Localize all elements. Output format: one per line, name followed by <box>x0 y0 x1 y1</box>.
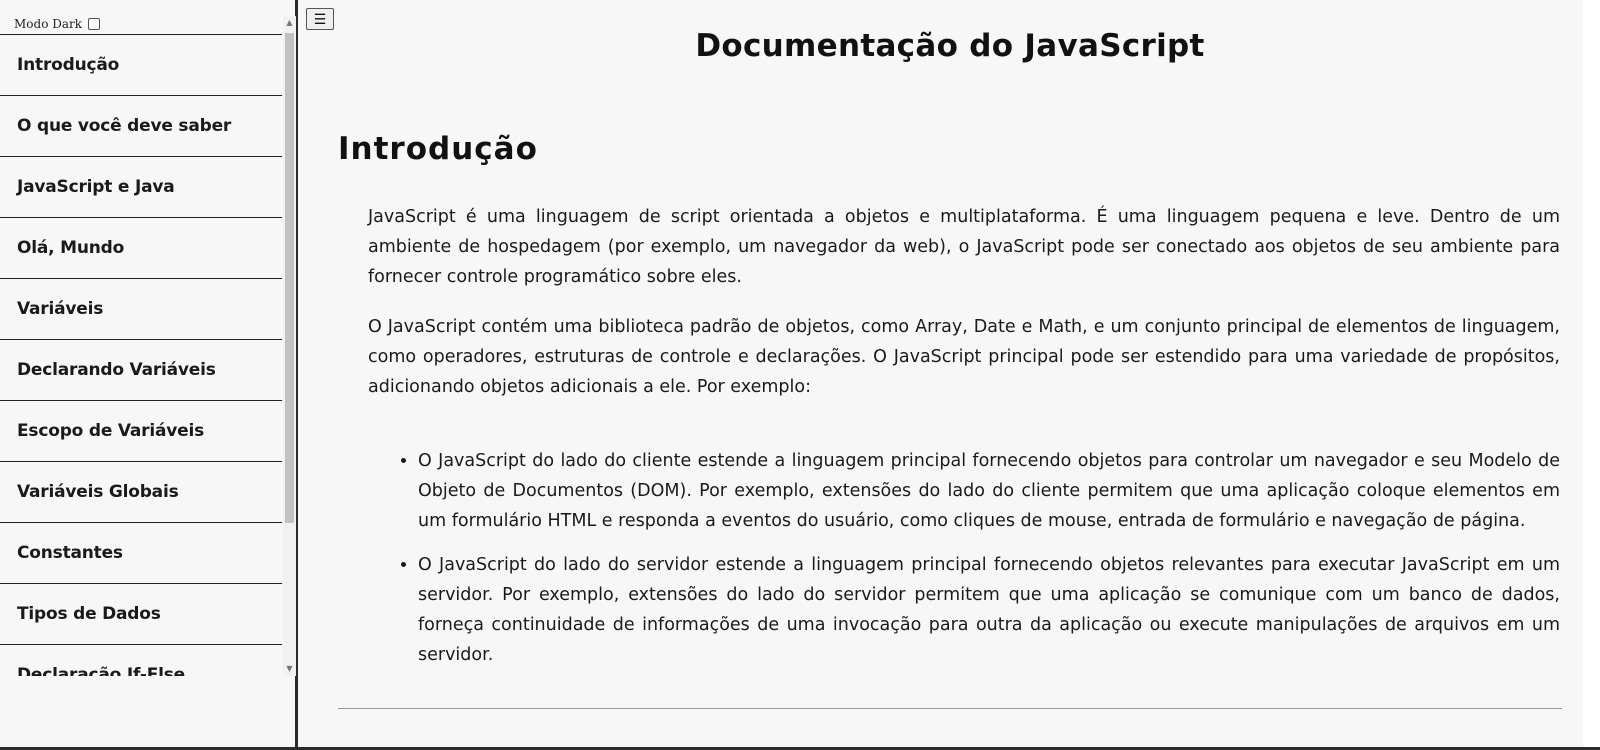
main-doc: Documentação do JavaScript Introdução Ja… <box>338 0 1562 750</box>
sidebar-item-variaveis[interactable]: Variáveis <box>0 279 282 340</box>
sidebar-item-declarando-variaveis[interactable]: Declarando Variáveis <box>0 340 282 401</box>
section-title: Introdução <box>338 131 538 167</box>
page-right-edge <box>1583 0 1600 750</box>
list-item: O JavaScript do lado do servidor estende… <box>418 550 1560 670</box>
sidebar-item-o-que-voce-deve-saber[interactable]: O que você deve saber <box>0 96 282 157</box>
sidebar-item-introducao[interactable]: Introdução <box>0 35 282 96</box>
sidebar-item-tipos-de-dados[interactable]: Tipos de Dados <box>0 584 282 645</box>
dark-mode-checkbox[interactable] <box>88 18 101 30</box>
dark-mode-label: Modo Dark <box>14 17 83 31</box>
sidebar-item-escopo-de-variaveis[interactable]: Escopo de Variáveis <box>0 401 282 462</box>
sidebar-item-constantes[interactable]: Constantes <box>0 523 282 584</box>
sidebar-item-ola-mundo[interactable]: Olá, Mundo <box>0 218 282 279</box>
section-divider <box>338 708 1562 709</box>
section-bullet-list: O JavaScript do lado do cliente estende … <box>368 446 1560 670</box>
scroll-up-arrow-icon[interactable]: ▲ <box>283 16 296 30</box>
sidebar-scrollbar[interactable]: ▲ ▼ <box>283 16 296 676</box>
sidebar-item-variaveis-globais[interactable]: Variáveis Globais <box>0 462 282 523</box>
menu-toggle-button[interactable]: ☰ <box>306 8 334 30</box>
scrollbar-thumb[interactable] <box>285 33 294 523</box>
scroll-down-arrow-icon[interactable]: ▼ <box>283 662 296 676</box>
list-item: O JavaScript do lado do cliente estende … <box>418 446 1560 536</box>
sidebar-nav-scroll[interactable]: Introdução O que você deve saber JavaScr… <box>0 34 282 676</box>
sidebar: Modo Dark Introdução O que você deve sab… <box>0 0 298 750</box>
hamburger-icon: ☰ <box>313 11 327 27</box>
section-paragraph: O JavaScript contém uma biblioteca padrã… <box>368 317 1560 397</box>
sidebar-item-javascript-e-java[interactable]: JavaScript e Java <box>0 157 282 218</box>
section-paragraph: JavaScript é uma linguagem de script ori… <box>368 207 1560 287</box>
sidebar-nav-list: Introdução O que você deve saber JavaScr… <box>0 34 282 676</box>
sidebar-item-declaracao-if-else[interactable]: Declaração If-Else <box>0 645 282 676</box>
dark-mode-toggle[interactable]: Modo Dark <box>14 17 101 31</box>
page-title: Documentação do JavaScript <box>695 28 1205 64</box>
section-body: JavaScript é uma linguagem de script ori… <box>368 202 1560 684</box>
